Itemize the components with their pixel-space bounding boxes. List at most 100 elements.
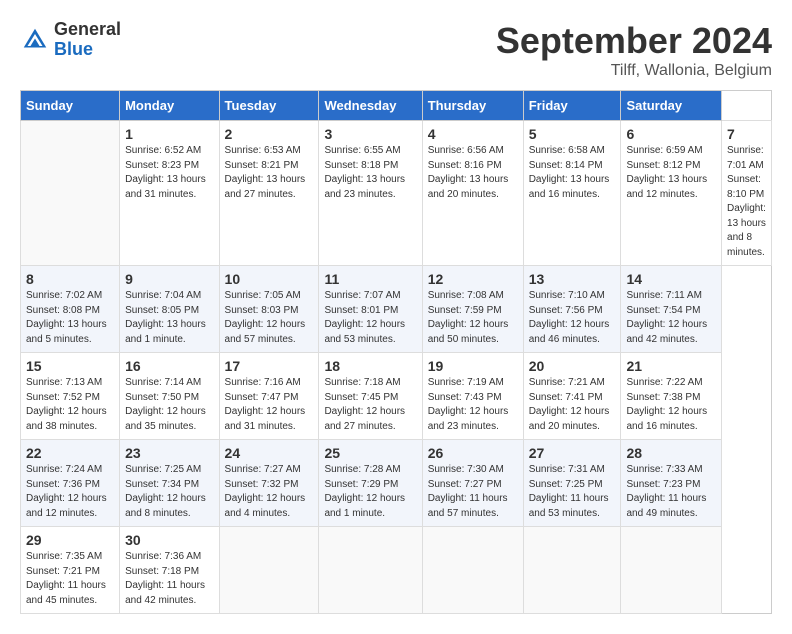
day-number: 10 [225, 271, 314, 287]
header-day-saturday: Saturday [621, 91, 722, 121]
day-number: 1 [125, 126, 213, 142]
day-cell [523, 527, 621, 614]
day-info: Sunrise: 7:07 AM Sunset: 8:01 PM Dayligh… [324, 289, 416, 347]
day-number: 12 [428, 271, 518, 287]
day-cell: 24Sunrise: 7:27 AM Sunset: 7:32 PM Dayli… [219, 440, 319, 527]
day-number: 4 [428, 126, 518, 142]
logo-text: General Blue [54, 20, 121, 60]
day-number: 3 [324, 126, 416, 142]
calendar-table: SundayMondayTuesdayWednesdayThursdayFrid… [20, 90, 772, 614]
header-day-wednesday: Wednesday [319, 91, 422, 121]
day-number: 20 [529, 358, 616, 374]
day-info: Sunrise: 7:11 AM Sunset: 7:54 PM Dayligh… [626, 289, 716, 347]
day-cell: 7Sunrise: 7:01 AM Sunset: 8:10 PM Daylig… [722, 121, 772, 266]
day-info: Sunrise: 7:04 AM Sunset: 8:05 PM Dayligh… [125, 289, 213, 347]
day-cell: 30 Sunrise: 7:36 AM Sunset: 7:18 PM Dayli… [120, 527, 219, 614]
week-row-3: 15 Sunrise: 7:13 AM Sunset: 7:52 PM Dayli… [21, 353, 772, 440]
day-cell: 6Sunrise: 6:59 AM Sunset: 8:12 PM Daylig… [621, 121, 722, 266]
day-cell: 28 Sunrise: 7:33 AM Sunset: 7:23 PM Dayli… [621, 440, 722, 527]
day-number: 21 [626, 358, 716, 374]
day-cell: 3 Sunrise: 6:55 AM Sunset: 8:18 PM Daylig… [319, 121, 422, 266]
day-cell: 20 Sunrise: 7:21 AM Sunset: 7:41 PM Dayli… [523, 353, 621, 440]
day-cell: 8 Sunrise: 7:02 AM Sunset: 8:08 PM Daylig… [21, 266, 120, 353]
day-cell: 16 Sunrise: 7:14 AM Sunset: 7:50 PM Dayli… [120, 353, 219, 440]
day-cell: 11Sunrise: 7:07 AM Sunset: 8:01 PM Dayli… [319, 266, 422, 353]
title-section: September 2024 Tilff, Wallonia, Belgium [496, 20, 772, 80]
day-number: 9 [125, 271, 213, 287]
day-cell [621, 527, 722, 614]
day-info: Sunrise: 7:02 AM Sunset: 8:08 PM Dayligh… [26, 289, 114, 347]
calendar-body: 1 Sunrise: 6:52 AM Sunset: 8:23 PM Daylig… [21, 121, 772, 614]
day-info: Sunrise: 7:10 AM Sunset: 7:56 PM Dayligh… [529, 289, 616, 347]
day-cell: 21 Sunrise: 7:22 AM Sunset: 7:38 PM Dayli… [621, 353, 722, 440]
logo-icon [20, 25, 50, 55]
day-cell: 29Sunrise: 7:35 AM Sunset: 7:21 PM Dayli… [21, 527, 120, 614]
header-row: SundayMondayTuesdayWednesdayThursdayFrid… [21, 91, 772, 121]
day-info: Sunrise: 7:05 AM Sunset: 8:03 PM Dayligh… [225, 289, 314, 347]
day-info: Sunrise: 7:21 AM Sunset: 7:41 PM Dayligh… [529, 376, 616, 434]
day-info: Sunrise: 7:13 AM Sunset: 7:52 PM Dayligh… [26, 376, 114, 434]
day-cell: 2Sunrise: 6:53 AM Sunset: 8:21 PM Daylig… [219, 121, 319, 266]
day-info: Sunrise: 7:31 AM Sunset: 7:25 PM Dayligh… [529, 463, 616, 521]
day-info: Sunrise: 6:52 AM Sunset: 8:23 PM Dayligh… [125, 144, 213, 202]
day-cell: 26 Sunrise: 7:30 AM Sunset: 7:27 PM Dayli… [422, 440, 523, 527]
day-number: 26 [428, 445, 518, 461]
empty-cell [21, 121, 120, 266]
header-day-thursday: Thursday [422, 91, 523, 121]
day-info: Sunrise: 7:14 AM Sunset: 7:50 PM Dayligh… [125, 376, 213, 434]
day-number: 8 [26, 271, 114, 287]
header-day-monday: Monday [120, 91, 219, 121]
day-cell: 9 Sunrise: 7:04 AM Sunset: 8:05 PM Daylig… [120, 266, 219, 353]
day-cell: 22 Sunrise: 7:24 AM Sunset: 7:36 PM Dayli… [21, 440, 120, 527]
day-cell: 1 Sunrise: 6:52 AM Sunset: 8:23 PM Daylig… [120, 121, 219, 266]
day-info: Sunrise: 6:55 AM Sunset: 8:18 PM Dayligh… [324, 144, 416, 202]
day-number: 5 [529, 126, 616, 142]
day-number: 15 [26, 358, 114, 374]
day-number: 29 [26, 532, 114, 548]
day-number: 24 [225, 445, 314, 461]
logo-general-text: General [54, 20, 121, 40]
day-info: Sunrise: 6:56 AM Sunset: 8:16 PM Dayligh… [428, 144, 518, 202]
month-title: September 2024 [496, 20, 772, 62]
day-info: Sunrise: 6:59 AM Sunset: 8:12 PM Dayligh… [626, 144, 716, 202]
day-number: 22 [26, 445, 114, 461]
day-number: 18 [324, 358, 416, 374]
day-info: Sunrise: 7:08 AM Sunset: 7:59 PM Dayligh… [428, 289, 518, 347]
day-info: Sunrise: 7:24 AM Sunset: 7:36 PM Dayligh… [26, 463, 114, 521]
day-info: Sunrise: 7:28 AM Sunset: 7:29 PM Dayligh… [324, 463, 416, 521]
day-cell: 14Sunrise: 7:11 AM Sunset: 7:54 PM Dayli… [621, 266, 722, 353]
day-cell: 25Sunrise: 7:28 AM Sunset: 7:29 PM Dayli… [319, 440, 422, 527]
header-day-tuesday: Tuesday [219, 91, 319, 121]
week-row-4: 22 Sunrise: 7:24 AM Sunset: 7:36 PM Dayli… [21, 440, 772, 527]
day-cell [319, 527, 422, 614]
day-cell: 27 Sunrise: 7:31 AM Sunset: 7:25 PM Dayli… [523, 440, 621, 527]
day-info: Sunrise: 7:30 AM Sunset: 7:27 PM Dayligh… [428, 463, 518, 521]
day-number: 30 [125, 532, 213, 548]
logo-blue-text: Blue [54, 40, 121, 60]
header: General Blue September 2024 Tilff, Wallo… [20, 20, 772, 80]
day-cell: 15 Sunrise: 7:13 AM Sunset: 7:52 PM Dayli… [21, 353, 120, 440]
day-number: 17 [225, 358, 314, 374]
day-cell: 4 Sunrise: 6:56 AM Sunset: 8:16 PM Daylig… [422, 121, 523, 266]
day-info: Sunrise: 7:36 AM Sunset: 7:18 PM Dayligh… [125, 550, 213, 608]
day-cell: 23Sunrise: 7:25 AM Sunset: 7:34 PM Dayli… [120, 440, 219, 527]
day-cell: 12 Sunrise: 7:08 AM Sunset: 7:59 PM Dayli… [422, 266, 523, 353]
day-info: Sunrise: 7:25 AM Sunset: 7:34 PM Dayligh… [125, 463, 213, 521]
day-number: 27 [529, 445, 616, 461]
header-day-sunday: Sunday [21, 91, 120, 121]
day-cell: 13Sunrise: 7:10 AM Sunset: 7:56 PM Dayli… [523, 266, 621, 353]
day-cell: 10 Sunrise: 7:05 AM Sunset: 8:03 PM Dayli… [219, 266, 319, 353]
day-cell [219, 527, 319, 614]
day-info: Sunrise: 7:19 AM Sunset: 7:43 PM Dayligh… [428, 376, 518, 434]
week-row-5: 29Sunrise: 7:35 AM Sunset: 7:21 PM Dayli… [21, 527, 772, 614]
day-number: 16 [125, 358, 213, 374]
day-info: Sunrise: 7:33 AM Sunset: 7:23 PM Dayligh… [626, 463, 716, 521]
day-info: Sunrise: 7:18 AM Sunset: 7:45 PM Dayligh… [324, 376, 416, 434]
day-number: 28 [626, 445, 716, 461]
location-subtitle: Tilff, Wallonia, Belgium [496, 62, 772, 80]
day-info: Sunrise: 6:58 AM Sunset: 8:14 PM Dayligh… [529, 144, 616, 202]
logo: General Blue [20, 20, 121, 60]
day-cell: 17Sunrise: 7:16 AM Sunset: 7:47 PM Dayli… [219, 353, 319, 440]
day-info: Sunrise: 7:22 AM Sunset: 7:38 PM Dayligh… [626, 376, 716, 434]
day-cell: 18 Sunrise: 7:18 AM Sunset: 7:45 PM Dayli… [319, 353, 422, 440]
